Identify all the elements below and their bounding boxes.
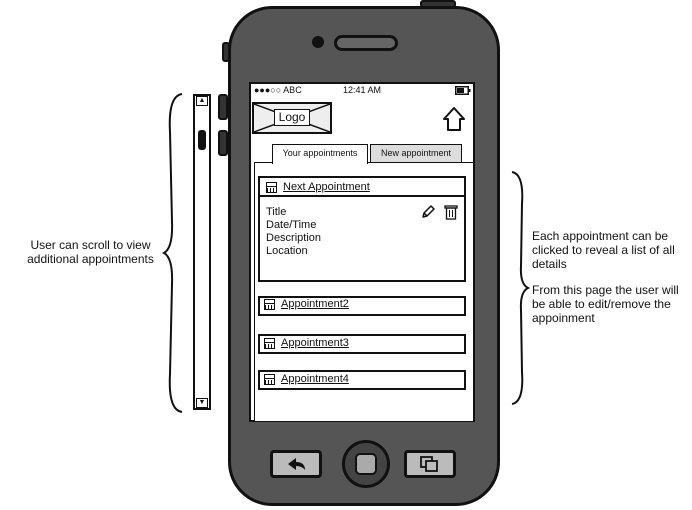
volume-down-button [218, 130, 228, 156]
detail-title: Title [266, 206, 287, 218]
calendar-icon [264, 298, 275, 310]
edit-annotation: From this page the user will be able to … [532, 283, 679, 325]
detail-location: Location [266, 245, 308, 257]
appointment-title[interactable]: Appointment2 [281, 298, 349, 310]
click-annotation: Each appointment can be clicked to revea… [532, 229, 675, 271]
home-button-inner [355, 453, 377, 475]
home-icon[interactable] [442, 106, 466, 132]
left-brace [161, 93, 183, 413]
calendar-icon [264, 373, 275, 385]
card-divider [258, 195, 466, 197]
scroll-annotation: User can scroll to view additional appoi… [27, 238, 154, 266]
logo-label: Logo [274, 109, 310, 126]
appointment-title[interactable]: Appointment4 [281, 373, 349, 385]
detail-datetime: Date/Time [266, 219, 317, 231]
windows-icon [420, 456, 438, 472]
details-annotation: Each appointment can be clicked to revea… [532, 229, 692, 337]
next-appointment-title[interactable]: Next Appointment [283, 181, 370, 193]
scroll-down-arrow[interactable]: ▼ [196, 398, 208, 408]
appointment-title[interactable]: Appointment3 [281, 337, 349, 349]
volume-up-button [218, 94, 228, 120]
appointment-row-label[interactable]: Appointment3 [264, 337, 349, 349]
trash-icon[interactable] [444, 204, 458, 220]
carrier-signal: ●●●○○ ABC [254, 85, 302, 95]
right-brace [511, 171, 530, 405]
scrollbar-thumb[interactable] [198, 130, 206, 150]
back-arrow-icon [288, 458, 305, 470]
battery-icon [455, 86, 471, 95]
detail-description: Description [266, 232, 322, 244]
calendar-icon [264, 337, 275, 349]
pencil-icon[interactable] [420, 204, 436, 220]
calendar-icon [266, 181, 277, 193]
multitask-button[interactable] [404, 450, 456, 478]
next-appointment-header[interactable]: Next Appointment [266, 181, 370, 193]
tab-new-appointment[interactable]: New appointment [370, 144, 462, 162]
speaker [334, 35, 398, 51]
appointment-row-label[interactable]: Appointment2 [264, 298, 349, 310]
appointment-details: Title Date/Time Description Location [266, 206, 321, 258]
camera [312, 36, 324, 48]
tab-your-appointments[interactable]: Your appointments [272, 144, 368, 164]
status-time: 12:41 AM [343, 85, 382, 95]
back-button[interactable] [270, 450, 322, 478]
scroll-up-arrow[interactable]: ▲ [196, 96, 208, 106]
appointment-row-label[interactable]: Appointment4 [264, 373, 349, 385]
